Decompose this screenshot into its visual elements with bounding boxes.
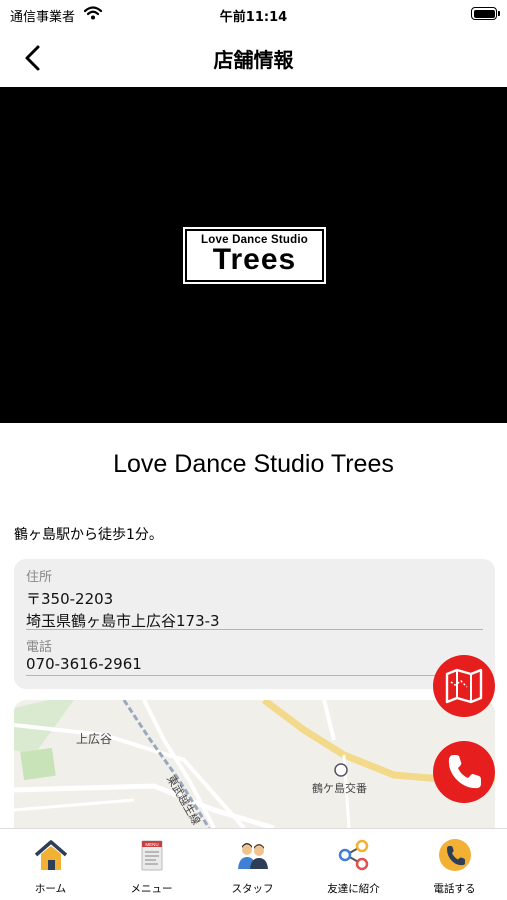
battery-icon bbox=[471, 7, 500, 20]
store-map[interactable]: 上広谷 東武越生線 鶴ケ島交番 bbox=[14, 700, 495, 828]
navigation-bar: 店舗情報 bbox=[0, 30, 507, 86]
tab-refer-friend[interactable]: 友達に紹介 bbox=[303, 829, 404, 900]
divider bbox=[26, 629, 483, 630]
address-label: 住所 bbox=[26, 570, 53, 585]
postal-code: 〒350-2203 bbox=[26, 590, 114, 608]
call-button[interactable] bbox=[433, 741, 495, 803]
home-icon bbox=[34, 840, 68, 870]
divider bbox=[26, 675, 483, 676]
tab-label: メニュー bbox=[130, 883, 173, 895]
tab-staff[interactable]: スタッフ bbox=[202, 829, 303, 900]
phone-icon bbox=[448, 755, 481, 789]
folded-map-icon bbox=[445, 668, 483, 704]
tab-call[interactable]: 電話する bbox=[404, 829, 505, 900]
logo-text-main: Trees bbox=[212, 243, 297, 276]
access-description: 鶴ヶ島駅から徒歩1分。 bbox=[14, 527, 163, 543]
tab-label: 電話する bbox=[433, 883, 476, 895]
tab-label: 友達に紹介 bbox=[327, 883, 380, 895]
phone-value[interactable]: 070-3616-2961 bbox=[26, 655, 142, 673]
store-info-card: 住所 〒350-2203 埼玉県鶴ヶ島市上広谷173-3 電話 070-3616… bbox=[14, 559, 495, 689]
map-label: 鶴ケ島交番 bbox=[312, 782, 367, 795]
status-time: 午前11:14 bbox=[219, 10, 288, 25]
store-name: Love Dance Studio Trees bbox=[113, 450, 394, 478]
tab-menu[interactable]: MENU メニュー bbox=[101, 829, 202, 900]
tab-label: スタッフ bbox=[231, 883, 274, 895]
tab-bar: ホーム MENU メニュー スタッフ 友達に紹介 電話する bbox=[0, 828, 507, 900]
map-label: 上広谷 bbox=[76, 732, 113, 746]
address-value[interactable]: 埼玉県鶴ヶ島市上広谷173-3 bbox=[26, 610, 220, 631]
map-roads bbox=[14, 700, 495, 828]
map-button[interactable] bbox=[433, 655, 495, 717]
status-bar: 通信事業者 午前11:14 bbox=[0, 0, 507, 30]
menu-badge-text: MENU bbox=[145, 842, 158, 847]
tab-home[interactable]: ホーム bbox=[0, 829, 101, 900]
studio-logo: Love Dance Studio Trees bbox=[183, 227, 326, 284]
tab-label: ホーム bbox=[34, 883, 67, 895]
staff-icon bbox=[238, 843, 268, 869]
hero-image: Love Dance Studio Trees bbox=[0, 87, 507, 423]
page-title: 店舗情報 bbox=[213, 48, 294, 72]
share-icon bbox=[338, 839, 369, 871]
menu-board-icon: MENU bbox=[141, 840, 163, 871]
phone-icon bbox=[439, 839, 471, 871]
phone-label: 電話 bbox=[26, 640, 53, 655]
